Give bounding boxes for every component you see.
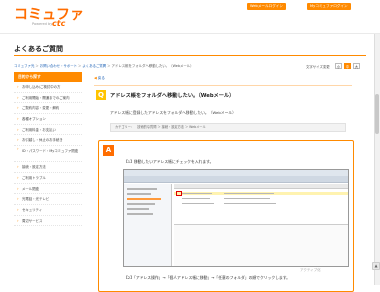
breadcrumb-home[interactable]: コミュファ光 [14, 64, 34, 68]
answer-step-1: 【1】移動したいアドレス帳にチェックを入れます。 [124, 159, 214, 164]
breadcrumb-current: アドレス帳をフォルダへ移動したい。（Webメール） [111, 64, 194, 68]
answer-step-2: 【2】「アドレス操作」→「個人アドレス帳に移動」→「任意のフォルダ」の順でクリッ… [124, 275, 290, 280]
sidebar-item-connection[interactable]: › 接続・設定方法 [14, 162, 82, 173]
sidebar-item-start[interactable]: › ご利用開始・開通までのご案内 [14, 93, 82, 104]
breadcrumb-support[interactable]: お問い合わせ・サポート [40, 64, 77, 68]
webmail-screenshot [123, 169, 349, 267]
sidebar-item-billing[interactable]: › ご利用料金・お支払い [14, 125, 82, 136]
header-divider [0, 33, 380, 34]
chevron-right-icon: › [17, 146, 19, 152]
font-size-medium-button[interactable]: 中 [344, 63, 351, 69]
chevron-right-icon: › [17, 84, 19, 89]
sidebar-item-moving[interactable]: › お引越し・休止のお手続き [14, 135, 82, 147]
sidebar-item-trouble[interactable]: › ご利用トラブル [14, 173, 82, 184]
scrollbar-thumb[interactable] [375, 94, 379, 134]
question-mark-icon: Q [96, 90, 106, 100]
back-link[interactable]: ◀戻る [94, 76, 105, 81]
chevron-right-icon: › [17, 206, 19, 212]
chevron-right-icon: › [17, 217, 19, 223]
sidebar-item-mail[interactable]: › メール関連 [14, 184, 82, 195]
screenshot-toolbar [124, 176, 348, 183]
chevron-right-icon: › [17, 137, 19, 143]
webmail-login-button[interactable]: Webメールログイン [247, 3, 286, 10]
question-title: アドレス帳をフォルダへ移動したい。（Webメール） [110, 93, 235, 99]
commufa-logo[interactable]: コミュファ [14, 8, 84, 22]
mycommufa-login-button[interactable]: Myコミュファログイン [307, 3, 351, 10]
page-scrollbar[interactable] [374, 34, 380, 285]
sidebar-item-options[interactable]: › 各種オプション [14, 114, 82, 125]
scroll-to-top-button[interactable]: ▲ [372, 262, 380, 270]
chevron-right-icon: › [17, 196, 19, 202]
screenshot-folder-pane [124, 184, 172, 266]
title-underline [14, 55, 366, 56]
chevron-right-icon: › [17, 164, 19, 170]
chevron-right-icon: › [17, 94, 19, 100]
chevron-right-icon: › [17, 126, 19, 132]
sidebar-item-application[interactable]: › お申し込み/ご検討中の方 [14, 82, 82, 93]
question-box: Q アドレス帳をフォルダへ移動したい。（Webメール） アドレス帳に登録したアド… [94, 85, 352, 135]
site-header: コミュファ Powered by ctc Webメールログイン Myコミュファロ… [0, 0, 380, 32]
sidebar-item-id-password[interactable]: › ID・パスワード・Myコミュファ関連 [14, 146, 82, 163]
windows-activation-watermark: アクティブ化 [300, 268, 321, 272]
category-path: カテゴリー： 技術的な質問 ＞ 接続・設定方法 ＞ Webメール [110, 123, 346, 132]
page-title: よくあるご質問 [14, 45, 63, 53]
chevron-right-icon: › [17, 174, 19, 180]
breadcrumb-faq[interactable]: よくあるご質問 [82, 64, 106, 68]
logo-ctc: ctc [52, 19, 66, 28]
triangle-left-icon: ◀ [94, 76, 97, 80]
question-body: アドレス帳に登録したアドレスをフォルダへ移動したい。（Webメール） [110, 110, 236, 115]
answer-mark-icon: A [103, 145, 114, 156]
sidebar: 目的から探す › お申し込み/ご検討中の方 › ご利用開始・開通までのご案内 › ご契… [14, 72, 82, 227]
font-size-label: 文字サイズ変更 [306, 65, 330, 69]
breadcrumb: コミュファ光＞お問い合わせ・サポート＞よくあるご質問＞アドレス帳をフォルダへ移動… [14, 64, 194, 68]
chevron-right-icon: › [17, 105, 19, 111]
font-size-small-button[interactable]: 小 [335, 63, 342, 69]
sidebar-item-security[interactable]: › セキュリティ [14, 205, 82, 216]
sidebar-heading: 目的から探す [14, 72, 82, 82]
sidebar-item-contract[interactable]: › ご契約内容・変更・解約 [14, 103, 82, 115]
screenshot-address-list [174, 184, 348, 266]
arrow-up-icon: ▲ [374, 263, 378, 268]
font-size-large-button[interactable]: 大 [353, 63, 360, 69]
logo-powered-by: Powered by [32, 22, 53, 26]
chevron-right-icon: › [17, 116, 19, 122]
sidebar-item-services[interactable]: › 周辺サービス [14, 216, 82, 227]
chevron-right-icon: › [17, 185, 19, 191]
sidebar-item-phone-tv[interactable]: › 光電話・光テレビ [14, 194, 82, 205]
